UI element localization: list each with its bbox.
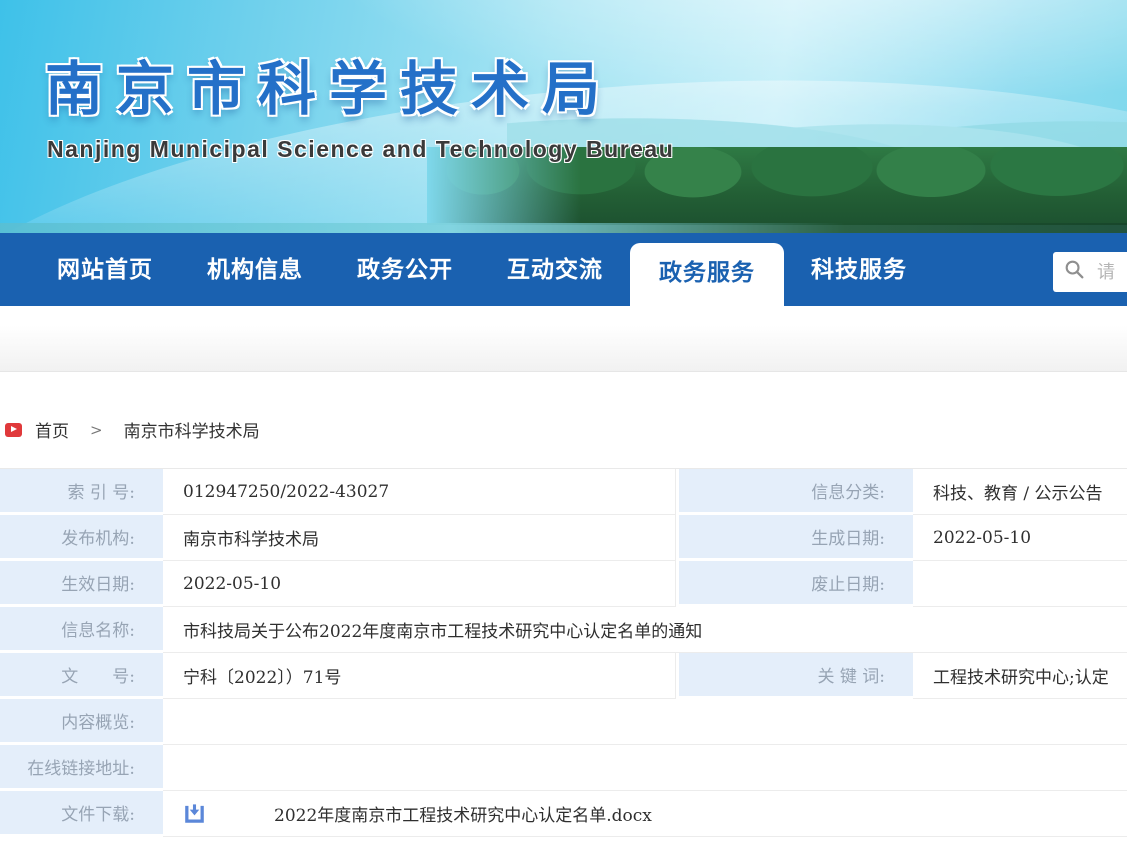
main-navigation: 网站首页 机构信息 政务公开 互动交流 政务服务 科技服务 xyxy=(0,233,1127,306)
nav-subband xyxy=(0,306,1127,372)
nav-item-gov-service-active[interactable]: 政务服务 xyxy=(630,243,784,306)
publisher-value: 南京市科学技术局 xyxy=(163,515,676,561)
nav-item-org-info[interactable]: 机构信息 xyxy=(180,233,330,306)
file-download-label: 文件下载: xyxy=(0,791,163,837)
info-name-value: 市科技局关于公布2022年度南京市工程技术研究中心认定名单的通知 xyxy=(163,607,1127,653)
info-category-value: 科技、教育 / 公示公告 xyxy=(913,469,1127,515)
publisher-label: 发布机构: xyxy=(0,515,163,561)
banner-water-decoration xyxy=(0,223,1127,233)
keywords-value: 工程技术研究中心;认定 xyxy=(913,653,1127,699)
table-row-index: 索 引 号: 012947250/2022-43027 信息分类: 科技、教育 … xyxy=(0,469,1127,515)
expiry-date-value xyxy=(913,561,1127,607)
table-row-file-download: 文件下载: 2022年度南京市工程技术研究中心认定名单.docx xyxy=(0,791,1127,837)
document-info-table: 索 引 号: 012947250/2022-43027 信息分类: 科技、教育 … xyxy=(0,468,1127,837)
download-icon[interactable] xyxy=(183,802,206,825)
content-overview-value xyxy=(163,699,1127,745)
table-row-effective-date: 生效日期: 2022-05-10 废止日期: xyxy=(0,561,1127,607)
expiry-date-label: 废止日期: xyxy=(676,561,913,607)
effective-date-value: 2022-05-10 xyxy=(163,561,676,607)
nav-item-home[interactable]: 网站首页 xyxy=(30,233,180,306)
doc-number-label: 文 号: xyxy=(0,653,163,699)
online-link-value xyxy=(163,745,1127,791)
breadcrumb-current: 南京市科学技术局 xyxy=(124,417,260,442)
table-row-online-link: 在线链接地址: xyxy=(0,745,1127,791)
breadcrumb-home-link[interactable]: 首页 xyxy=(35,417,69,442)
table-row-doc-number: 文 号: 宁科〔2022〕）71号 关 键 词: 工程技术研究中心;认定 xyxy=(0,653,1127,699)
page: 南京市科学技术局 Nanjing Municipal Science and T… xyxy=(0,0,1127,845)
file-download-cell: 2022年度南京市工程技术研究中心认定名单.docx xyxy=(163,791,1127,837)
table-row-content-overview: 内容概览: xyxy=(0,699,1127,745)
nav-item-interaction[interactable]: 互动交流 xyxy=(480,233,630,306)
breadcrumb-play-icon xyxy=(5,423,22,437)
site-banner: 南京市科学技术局 Nanjing Municipal Science and T… xyxy=(0,0,1127,233)
keywords-label: 关 键 词: xyxy=(676,653,913,699)
content-overview-label: 内容概览: xyxy=(0,699,163,745)
table-row-publisher: 发布机构: 南京市科学技术局 生成日期: 2022-05-10 xyxy=(0,515,1127,561)
search-box[interactable] xyxy=(1053,252,1127,292)
breadcrumb-separator: > xyxy=(90,421,103,439)
effective-date-label: 生效日期: xyxy=(0,561,163,607)
doc-number-value: 宁科〔2022〕）71号 xyxy=(163,653,676,699)
index-number-label: 索 引 号: xyxy=(0,469,163,515)
search-icon xyxy=(1064,259,1085,285)
nav-item-tech-service[interactable]: 科技服务 xyxy=(784,233,934,306)
breadcrumb: 首页 > 南京市科学技术局 xyxy=(5,417,1127,442)
index-number-value: 012947250/2022-43027 xyxy=(163,469,676,515)
site-title: 南京市科学技术局 xyxy=(45,42,613,126)
table-row-info-name: 信息名称: 市科技局关于公布2022年度南京市工程技术研究中心认定名单的通知 xyxy=(0,607,1127,653)
generate-date-value: 2022-05-10 xyxy=(913,515,1127,561)
site-subtitle-english: Nanjing Municipal Science and Technology… xyxy=(47,136,674,163)
search-input[interactable] xyxy=(1097,262,1127,283)
info-category-label: 信息分类: xyxy=(676,469,913,515)
nav-item-gov-open[interactable]: 政务公开 xyxy=(330,233,480,306)
online-link-label: 在线链接地址: xyxy=(0,745,163,791)
download-file-link[interactable]: 2022年度南京市工程技术研究中心认定名单.docx xyxy=(274,801,652,826)
info-name-label: 信息名称: xyxy=(0,607,163,653)
generate-date-label: 生成日期: xyxy=(676,515,913,561)
